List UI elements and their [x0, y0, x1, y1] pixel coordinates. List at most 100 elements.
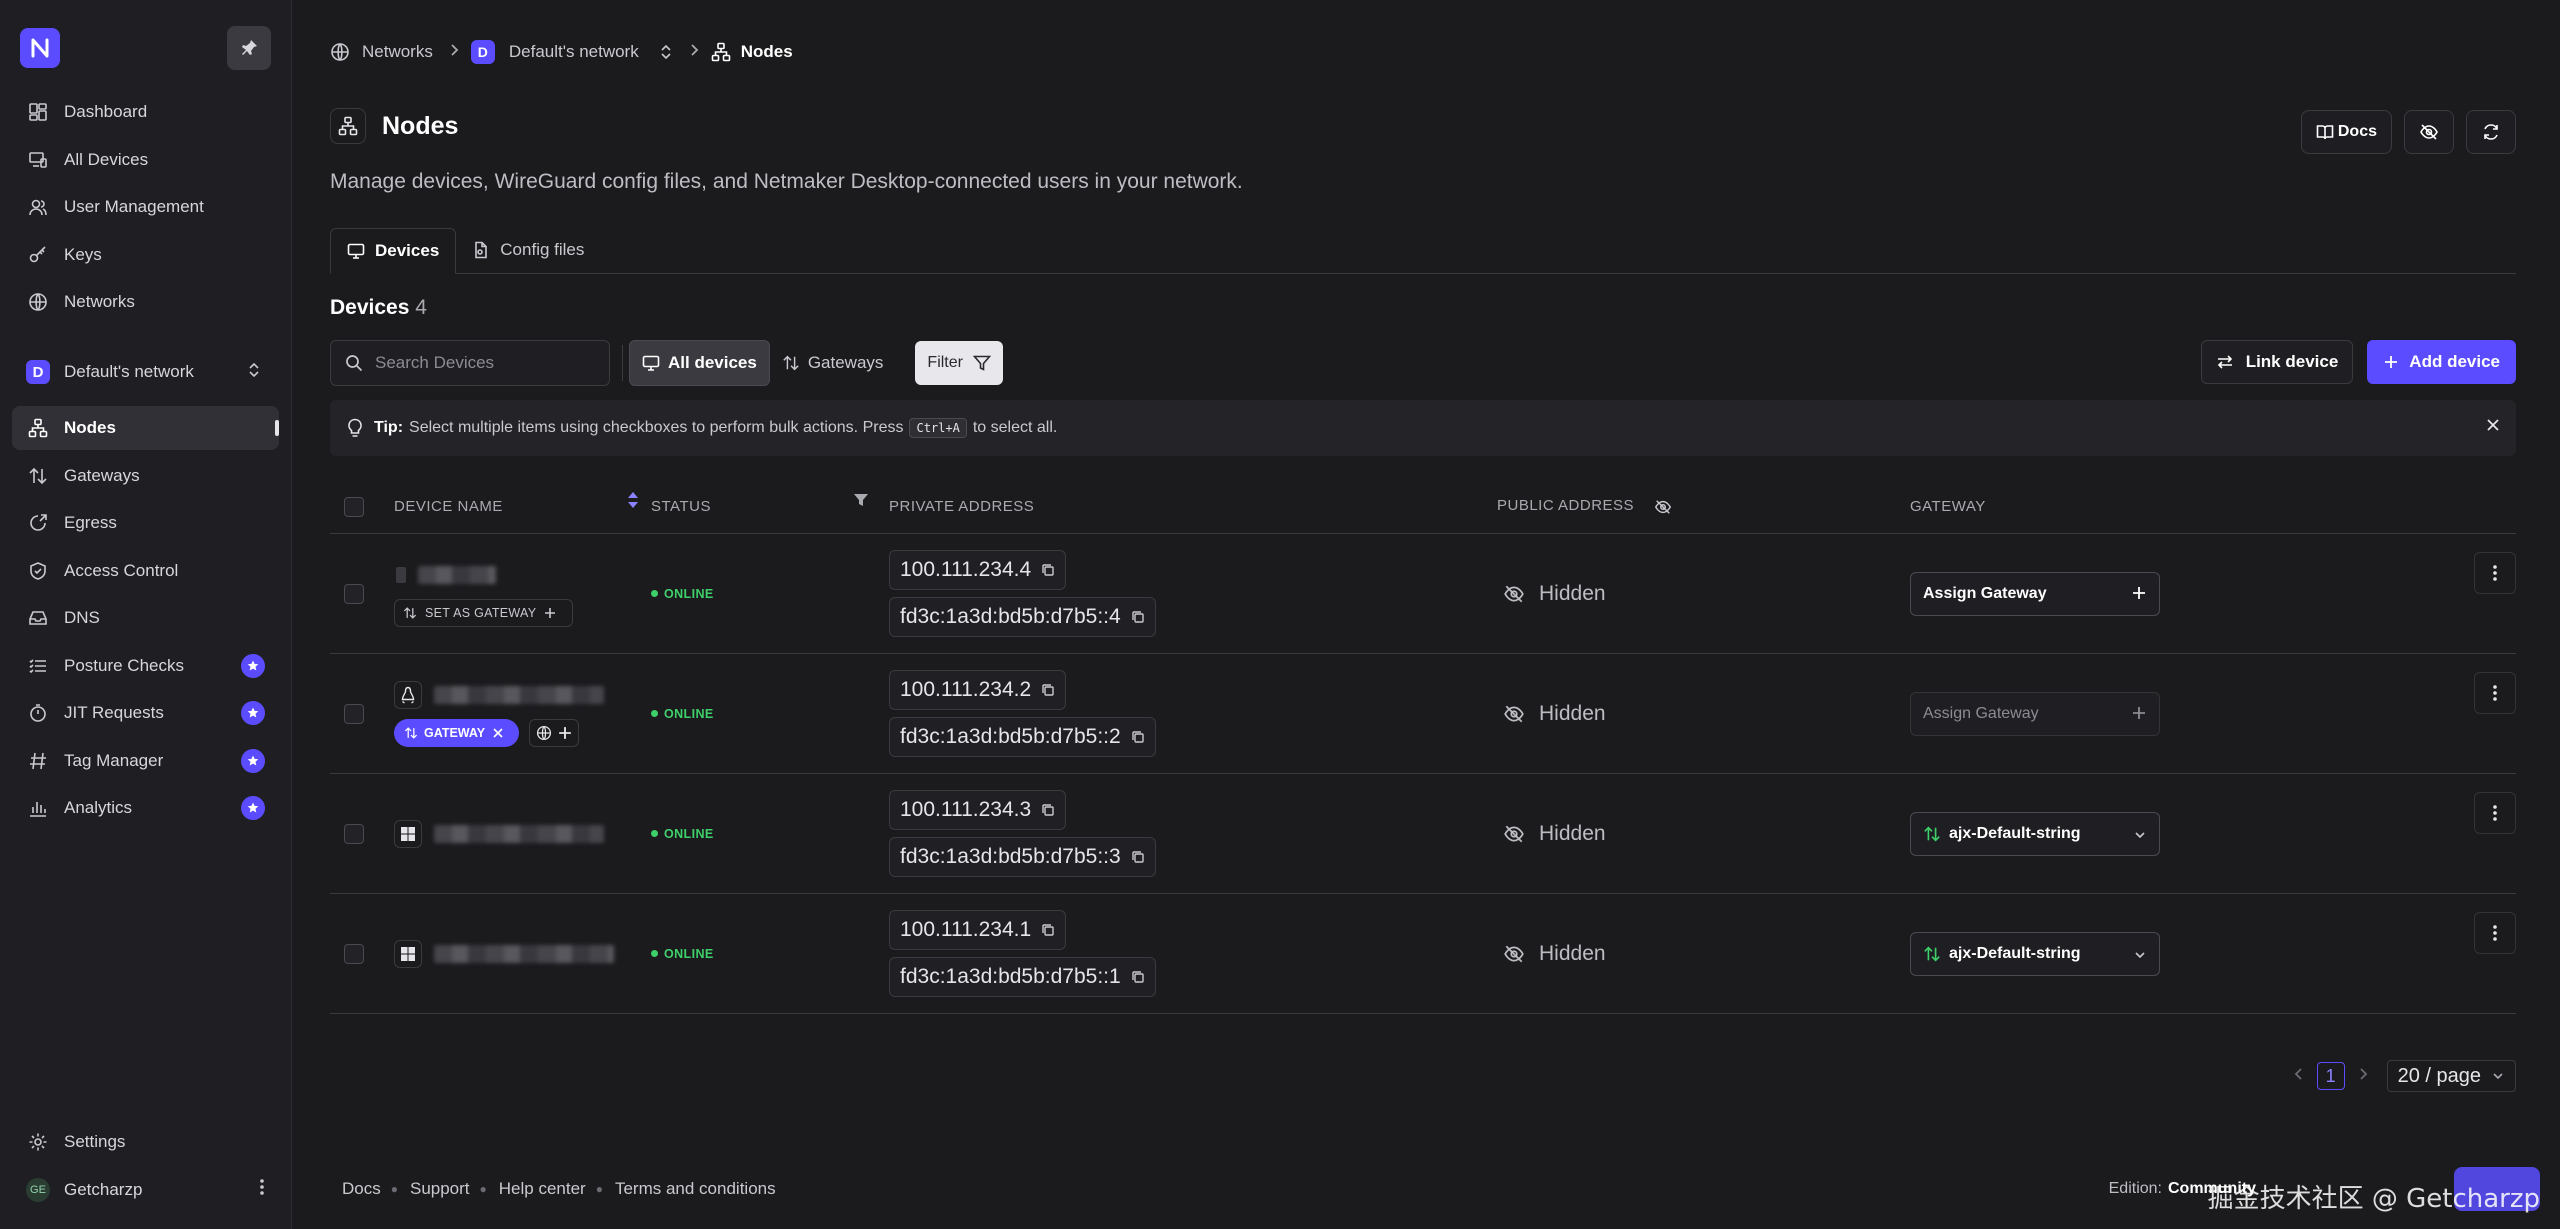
bar-chart-icon [26, 796, 50, 820]
row-checkbox[interactable] [344, 943, 364, 964]
sidebar-item-egress[interactable]: Egress [12, 501, 279, 545]
refresh-button[interactable] [2466, 110, 2516, 154]
status-badge: ONLINE [651, 707, 889, 721]
copy-icon[interactable] [1131, 850, 1145, 864]
stopwatch-icon [26, 701, 50, 725]
public-address-hidden: Hidden [1497, 822, 1910, 846]
tab-devices[interactable]: Devices [330, 228, 457, 274]
sidebar-item-user-management[interactable]: User Management [12, 185, 279, 229]
row-checkbox[interactable] [344, 823, 364, 844]
row-checkbox[interactable] [344, 583, 364, 604]
copy-icon[interactable] [1041, 803, 1055, 817]
pin-sidebar-button[interactable] [227, 26, 271, 70]
copy-icon[interactable] [1131, 970, 1145, 984]
chevron-right-icon[interactable] [2357, 1065, 2369, 1088]
toggle-visibility-button[interactable] [2404, 110, 2454, 154]
chevron-up-down-icon[interactable] [659, 44, 673, 60]
devices-toolbar: All devices Gateways Filter Link device … [330, 340, 2516, 386]
chevron-right-icon [689, 42, 699, 62]
add-device-button[interactable]: Add device [2367, 340, 2516, 384]
close-icon[interactable] [2486, 418, 2500, 437]
sidebar-item-tag-manager[interactable]: Tag Manager [12, 739, 279, 783]
status-badge: ONLINE [651, 587, 889, 601]
copy-icon[interactable] [1041, 923, 1055, 937]
row-actions-button[interactable] [2474, 911, 2516, 954]
footer-link-docs[interactable]: Docs [330, 1179, 391, 1199]
assign-gateway-button[interactable]: Assign Gateway [1910, 571, 2160, 616]
page-title: Nodes [382, 111, 459, 140]
table-row[interactable]: SET AS GATEWAY ONLINE 100.111.234.4 fd3c… [330, 534, 2516, 654]
plus-icon[interactable] [558, 726, 572, 740]
sidebar-item-posture-checks[interactable]: Posture Checks [12, 644, 279, 688]
row-actions-button[interactable] [2474, 671, 2516, 714]
sidebar-item-settings[interactable]: Settings [12, 1120, 279, 1164]
globe-icon[interactable] [536, 725, 552, 741]
chevron-down-icon [2493, 1073, 2503, 1080]
copy-icon[interactable] [1131, 610, 1145, 624]
nodes-icon [711, 42, 731, 62]
table-row[interactable]: ONLINE 100.111.234.3 fd3c:1a3d:bd5b:d7b5… [330, 774, 2516, 894]
breadcrumb-networks[interactable]: Networks [330, 42, 433, 62]
row-checkbox[interactable] [344, 703, 364, 724]
netmaker-logo[interactable] [20, 28, 60, 68]
col-private-address: PRIVATE ADDRESS [889, 498, 1035, 515]
tab-config-files[interactable]: Config files [456, 227, 600, 273]
plus-icon [2385, 356, 2398, 368]
sidebar-item-dns[interactable]: DNS [12, 596, 279, 640]
table-row[interactable]: GATEWAY ONLINE 100.111.234.2 fd3c:1a3d:b… [330, 654, 2516, 774]
page-number[interactable]: 1 [2316, 1062, 2345, 1090]
funnel-icon[interactable] [853, 492, 869, 512]
row-actions-button[interactable] [2474, 551, 2516, 594]
user-menu[interactable]: GE Getcharzp [12, 1168, 279, 1212]
gateway-select[interactable]: ajx-Default-string [1910, 931, 2160, 976]
sidebar-item-jit-requests[interactable]: JIT Requests [12, 691, 279, 735]
sort-icon[interactable] [627, 490, 639, 514]
select-all-checkbox[interactable] [344, 496, 364, 517]
col-gateway: GATEWAY [1910, 498, 1986, 515]
gateway-select[interactable]: ajx-Default-string [1910, 811, 2160, 856]
all-devices-toggle[interactable]: All devices [629, 340, 770, 386]
more-vertical-icon[interactable] [259, 1177, 265, 1202]
sidebar-item-access-control[interactable]: Access Control [12, 549, 279, 593]
copy-icon[interactable] [1041, 683, 1055, 697]
plus-icon [2133, 706, 2145, 719]
swap-arrows-icon [2217, 355, 2232, 369]
copy-icon[interactable] [1041, 563, 1055, 577]
sidebar-item-networks[interactable]: Networks [12, 280, 279, 324]
sidebar-item-keys[interactable]: Keys [12, 233, 279, 277]
col-device-name[interactable]: DEVICE NAME [394, 492, 651, 515]
page-size-select[interactable]: 20 / page [2386, 1060, 2516, 1092]
eye-off-icon[interactable] [1653, 498, 1673, 516]
footer-link-support[interactable]: Support [398, 1179, 480, 1199]
pagination: 1 20 / page [2293, 1060, 2516, 1092]
network-switcher[interactable]: D Default's network [12, 350, 279, 394]
sidebar-item-analytics[interactable]: Analytics [12, 786, 279, 830]
table-row[interactable]: ONLINE 100.111.234.1 fd3c:1a3d:bd5b:d7b5… [330, 894, 2516, 1014]
copy-icon[interactable] [1131, 730, 1145, 744]
sidebar-item-nodes[interactable]: Nodes [12, 406, 279, 450]
sidebar-item-label: Networks [64, 292, 135, 311]
page-subtitle: Manage devices, WireGuard config files, … [330, 170, 1243, 193]
filter-button[interactable]: Filter [915, 341, 1003, 385]
sidebar-item-all-devices[interactable]: All Devices [12, 138, 279, 182]
link-device-button[interactable]: Link device [2200, 340, 2354, 384]
breadcrumb-network[interactable]: D Default's network [470, 40, 673, 64]
ipv6-address: fd3c:1a3d:bd5b:d7b5::3 [889, 837, 1156, 877]
footer-link-help-center[interactable]: Help center [487, 1179, 596, 1199]
windows-icon [394, 939, 422, 968]
pin-icon [242, 40, 257, 55]
footer-link-terms[interactable]: Terms and conditions [603, 1179, 786, 1199]
edition-label: Edition: [2108, 1180, 2162, 1197]
search-input[interactable] [375, 353, 595, 373]
gateways-toggle[interactable]: Gateways [770, 340, 896, 386]
gateway-tag[interactable]: GATEWAY [394, 718, 520, 747]
chevron-left-icon[interactable] [2293, 1065, 2305, 1088]
docs-button[interactable]: Docs [2300, 110, 2392, 154]
close-icon[interactable] [493, 727, 503, 738]
gateway-arrows-icon [783, 355, 799, 371]
set-as-gateway-button[interactable]: SET AS GATEWAY [394, 598, 574, 627]
sidebar-item-dashboard[interactable]: Dashboard [12, 90, 279, 134]
globe-icon [331, 43, 349, 61]
row-actions-button[interactable] [2474, 791, 2516, 834]
sidebar-item-gateways[interactable]: Gateways [12, 454, 279, 498]
